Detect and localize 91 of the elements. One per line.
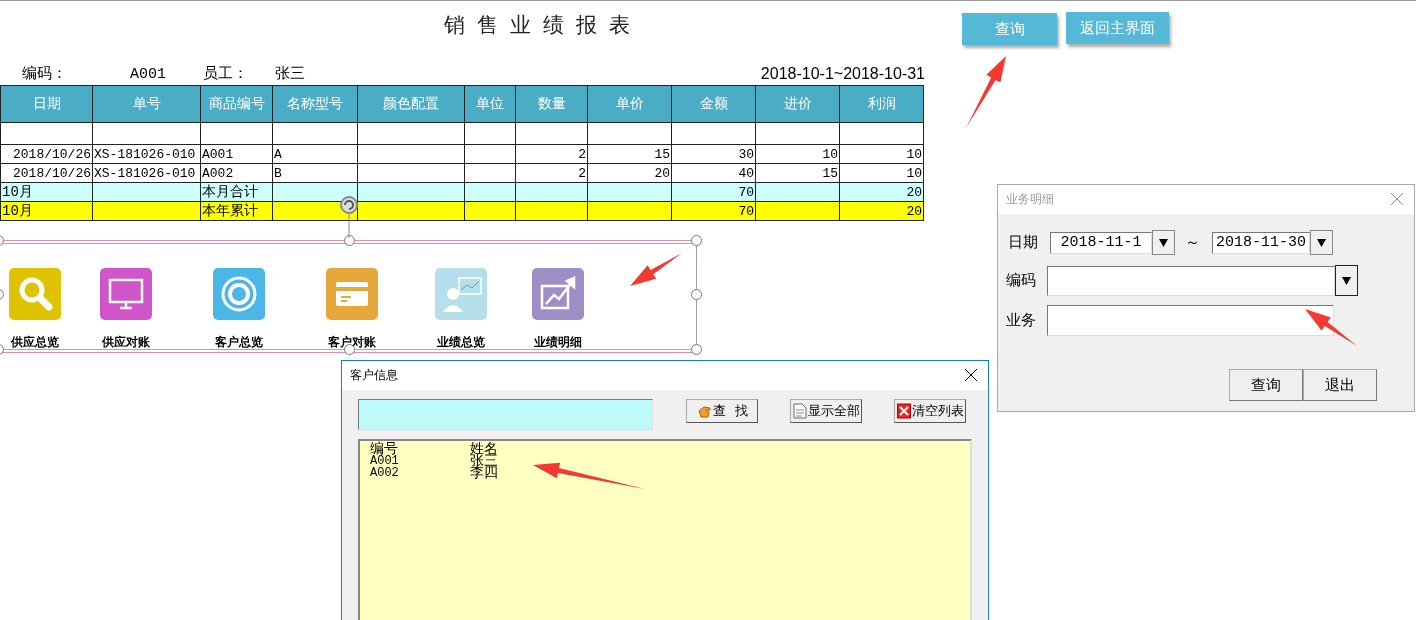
column-header: 金额 [671,85,756,123]
dropdown-button[interactable] [1152,230,1175,255]
list-item[interactable]: A002 李四 [370,467,960,479]
column-header: 商品编号 [200,85,273,123]
table-cell: 2018/10/26 [0,163,93,183]
arrow [966,56,1006,128]
table-cell: A001 [200,144,273,164]
table-cell: XS-181026-010 [92,144,201,164]
table-cell: 15 [587,144,672,164]
date-label: 日期 [1008,233,1039,252]
shortcut-item[interactable]: 供应对账 [71,268,181,351]
table-cell: 2 [515,163,588,183]
resize-handle[interactable] [691,344,702,355]
list-item[interactable]: 编号 姓名 [370,443,960,455]
arrow [630,253,682,286]
employee-label: 员工： [203,64,249,83]
close-icon[interactable] [964,367,980,384]
column-header: 单价 [587,85,672,123]
table-cell [464,182,516,202]
resize-handle[interactable] [691,289,702,300]
dropdown-button[interactable] [1335,265,1358,296]
shortcut-item[interactable]: 业绩明细 [513,268,603,351]
list-button[interactable]: 查 找 [686,399,758,423]
table-cell [464,163,516,183]
table-cell: 本年累计 [200,201,273,221]
table-cell: 2 [515,144,588,164]
shortcut-item[interactable]: 客户总览 [181,268,296,351]
table-cell: A002 [200,163,273,183]
table-cell: 15 [755,163,840,183]
dialog-title: 业务明细 [1006,191,1054,208]
table-cell: 70 [671,201,756,221]
shortcut-item[interactable]: 供应总览 [0,268,71,351]
code-label: 编码 [1006,271,1037,290]
list-button[interactable]: 显示全部 [790,399,862,423]
rotate-handle-icon[interactable] [338,194,360,238]
table-cell: A [272,144,358,164]
table-cell: 10 [755,144,840,164]
code-label: 编码： [22,64,68,83]
table-cell: 10 [839,144,924,164]
table-cell: 30 [671,144,756,164]
document-icon [792,403,807,419]
column-header: 利润 [839,85,924,123]
column-header: 日期 [0,85,93,123]
caret-icon [1342,276,1351,285]
column-header: 进价 [755,85,840,123]
report-title: 销售业绩报表 [443,12,642,39]
dropdown-button[interactable] [1310,230,1333,255]
table-cell [464,144,516,164]
resize-handle[interactable] [691,235,702,246]
column-header: 颜色配置 [357,85,465,123]
list-item[interactable]: A001 张三 [370,455,960,467]
code-value: A001 [130,66,167,83]
arrow [1305,309,1357,346]
table-cell: 20 [587,163,672,183]
date-field[interactable]: 2018-11-1 [1050,231,1152,254]
list-button[interactable]: 清空列表 [894,399,966,423]
business-label: 业务 [1006,311,1037,330]
clear-icon [896,403,911,419]
resize-handle[interactable] [344,235,355,246]
table-cell [464,201,516,221]
dialog-button[interactable]: 查询 [1229,369,1303,401]
table-cell: 2018/10/26 [0,144,93,164]
range-separator: ～ [1185,233,1200,252]
table-cell: 10 [839,163,924,183]
employee-value: 张三 [275,64,306,83]
table-cell: 本月合计 [200,182,273,202]
table-cell: XS-181026-010 [92,163,201,183]
shortcut-item[interactable]: 客户对账 [296,268,408,351]
column-header: 单位 [464,85,516,123]
table-cell: 20 [839,201,924,221]
table-cell [464,122,516,145]
table-cell: 20 [839,182,924,202]
dialog-title: 客户信息 [350,367,398,384]
code-field[interactable] [1047,265,1335,296]
hand-icon [696,403,713,419]
period-text: 2018-10-1~2018-10-31 [760,65,925,83]
table-cell: B [272,163,358,183]
table-cell: 10月 [0,201,93,221]
search-field[interactable] [358,399,653,430]
column-header: 单号 [92,85,201,123]
column-header: 数量 [515,85,588,123]
business-field[interactable] [1047,305,1334,336]
dialog-button[interactable]: 退出 [1303,369,1377,401]
shortcut-item[interactable]: 业绩总览 [408,268,513,351]
caret-icon [1159,238,1168,247]
date-field[interactable]: 2018-11-30 [1212,231,1310,254]
caret-icon [1317,238,1326,247]
column-header: 名称型号 [272,85,358,123]
table-cell: 70 [671,182,756,202]
table-cell: 40 [671,163,756,183]
table-cell: 10月 [0,182,93,202]
